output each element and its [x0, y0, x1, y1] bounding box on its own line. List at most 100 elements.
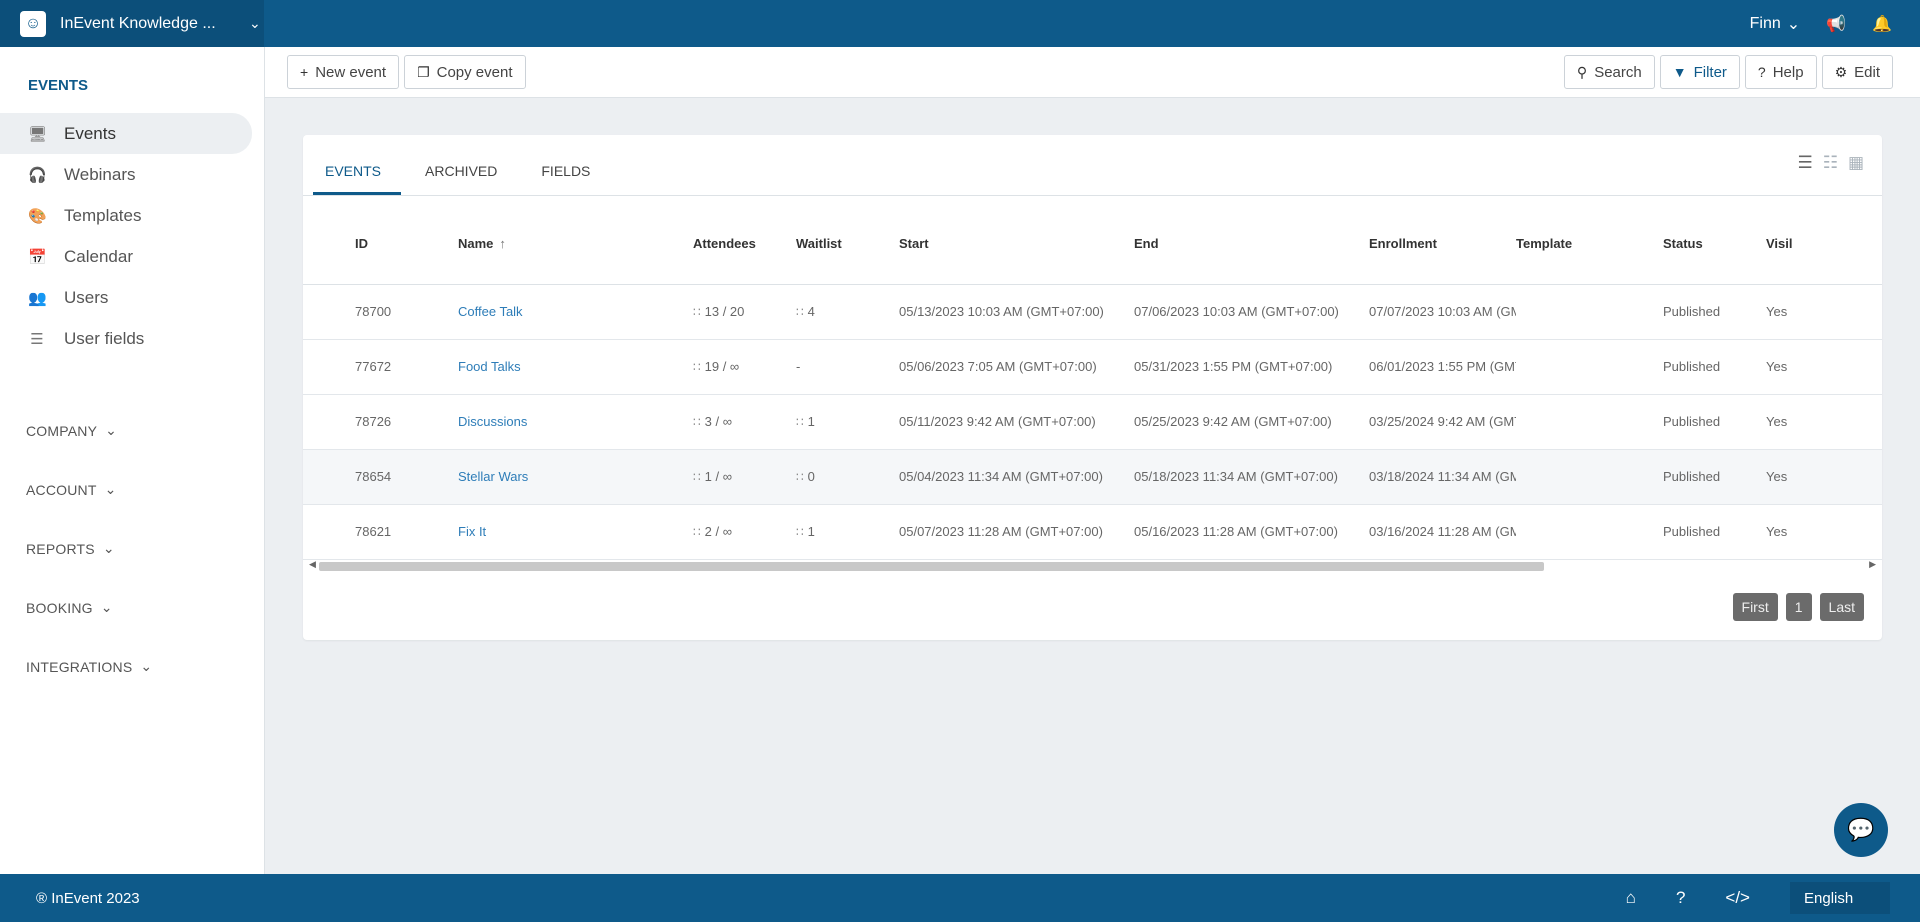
- chat-launcher-icon[interactable]: 💬: [1834, 803, 1888, 857]
- copy-event-button[interactable]: ❐ Copy event: [404, 55, 526, 89]
- cell-status-value: Published: [1663, 469, 1721, 484]
- page-1-button[interactable]: 1: [1785, 593, 1812, 621]
- bell-icon[interactable]: 🔔: [1872, 14, 1892, 34]
- sidebar-item-label: User fields: [64, 328, 145, 348]
- question-icon[interactable]: ?: [1676, 888, 1685, 908]
- scrollbar-thumb[interactable]: [319, 562, 1544, 571]
- filter-button[interactable]: ▼ Filter: [1659, 55, 1740, 89]
- footer: ® InEvent 2023 ⌂ ? </> English: [0, 874, 1920, 922]
- column-header-enrollment[interactable]: Enrollment: [1369, 196, 1516, 285]
- table-row[interactable]: 78700 Coffee Talk ∷ 13 / 20 ∷ 4 05/13/2023 10:…: [303, 284, 1882, 340]
- column-header-id[interactable]: ID: [355, 196, 458, 285]
- sidebar-item-label: Templates: [64, 205, 142, 225]
- row-spacer: [303, 504, 355, 560]
- button-label: Edit: [1854, 63, 1880, 81]
- cell-enrollment: 03/25/2024 9:42 AM (GMT+07:00): [1369, 394, 1516, 450]
- gear-icon: ⚙: [1834, 63, 1848, 80]
- copyright-text: ® InEvent 2023: [36, 889, 140, 907]
- sidebar-item-events[interactable]: 🖥 Events: [0, 113, 252, 154]
- cell-end-value: 05/25/2023 9:42 AM (GMT+07:00): [1134, 414, 1332, 429]
- cell-status: Published: [1663, 449, 1766, 505]
- pagination: First 1 Last: [1732, 593, 1864, 621]
- grid-view-icon[interactable]: ▦: [1848, 153, 1864, 173]
- table-row[interactable]: 78621 Fix It ∷ 2 / ∞ ∷ 1 05/07/2023 11:28 AM (…: [303, 504, 1882, 560]
- sidebar-group-account[interactable]: ACCOUNT ⌄: [0, 460, 264, 519]
- cell-waitlist-value: 1: [807, 524, 815, 539]
- sidebar-item-user-fields[interactable]: ☰ User fields: [0, 318, 252, 359]
- cell-visible-value: Yes: [1766, 304, 1788, 319]
- scroll-left-arrow[interactable]: ◀: [309, 559, 316, 570]
- sidebar-item-calendar[interactable]: 📅 Calendar: [0, 236, 252, 277]
- code-icon[interactable]: </>: [1725, 888, 1750, 908]
- table-header-row: ID Name ↑ Attendees Waitlist Start End En…: [303, 196, 1882, 285]
- scroll-right-arrow[interactable]: ▶: [1869, 559, 1876, 570]
- company-logo: ☺: [20, 10, 46, 37]
- column-label: Name: [458, 236, 494, 251]
- table-row[interactable]: 78726 Discussions ∷ 3 / ∞ ∷ 1 05/11/2023 9:42 …: [303, 394, 1882, 450]
- cell-name[interactable]: Coffee Talk: [458, 284, 693, 340]
- top-bar: ☺ InEvent Knowledge ... ⌄ Finn ⌄ 📢 🔔: [0, 0, 1920, 47]
- cell-id-value: 78621: [355, 524, 392, 539]
- home-icon[interactable]: ⌂: [1626, 888, 1636, 908]
- column-header-waitlist[interactable]: Waitlist: [796, 196, 899, 285]
- table-row[interactable]: 78654 Stellar Wars ∷ 1 / ∞ ∷ 0 05/04/2023 11:3…: [303, 449, 1882, 505]
- column-header-status[interactable]: Status: [1663, 196, 1766, 285]
- edit-button[interactable]: ⚙ Edit: [1821, 55, 1893, 89]
- headset-icon: 🎧: [28, 166, 47, 184]
- search-button[interactable]: ⚲ Search: [1563, 55, 1655, 89]
- cell-name[interactable]: Stellar Wars: [458, 449, 693, 505]
- table-row[interactable]: 77672 Food Talks ∷ 19 / ∞ -05/06/2023 7:05 A…: [303, 339, 1882, 395]
- list-view-icon[interactable]: ☰: [1797, 153, 1812, 173]
- cell-attendees: ∷ 13 / 20: [693, 284, 796, 340]
- detail-list-view-icon[interactable]: ☷: [1823, 153, 1838, 173]
- cell-template: [1516, 504, 1663, 560]
- cell-status: Published: [1663, 339, 1766, 395]
- sidebar-group-reports[interactable]: REPORTS ⌄: [0, 519, 264, 578]
- tab-events[interactable]: EVENTS: [313, 135, 402, 195]
- sidebar-group-booking[interactable]: BOOKING ⌄: [0, 578, 264, 637]
- sidebar-item-label: Users: [64, 287, 109, 307]
- last-page-button[interactable]: Last: [1819, 593, 1864, 621]
- users-icon: 👥: [28, 289, 47, 307]
- chevron-down-icon: ⌄: [100, 599, 113, 615]
- cell-waitlist: ∷ 1: [796, 394, 899, 450]
- button-label: Filter: [1693, 63, 1727, 81]
- help-button[interactable]: ? Help: [1744, 55, 1817, 89]
- sidebar-item-webinars[interactable]: 🎧 Webinars: [0, 154, 252, 195]
- cell-id-value: 78654: [355, 469, 392, 484]
- chevron-down-icon: ⌄: [105, 422, 118, 438]
- first-page-button[interactable]: First: [1732, 593, 1778, 621]
- language-selector[interactable]: English: [1790, 882, 1890, 914]
- cell-status: Published: [1663, 394, 1766, 450]
- row-spacer: [303, 284, 355, 340]
- megaphone-icon[interactable]: 📢: [1826, 14, 1846, 34]
- cell-status-value: Published: [1663, 524, 1721, 539]
- cell-name[interactable]: Food Talks: [458, 339, 693, 395]
- column-header-visible[interactable]: Visil: [1766, 196, 1882, 285]
- tab-archived[interactable]: ARCHIVED: [413, 135, 517, 195]
- sidebar-item-label: Webinars: [64, 164, 136, 184]
- cell-status-value: Published: [1663, 414, 1721, 429]
- user-menu[interactable]: Finn ⌄: [1750, 14, 1801, 34]
- horizontal-scrollbar[interactable]: ◀ ▶: [307, 559, 1878, 572]
- column-header-attendees[interactable]: Attendees: [693, 196, 796, 285]
- column-header-name[interactable]: Name ↑: [458, 196, 693, 285]
- sidebar-item-users[interactable]: 👥 Users: [0, 277, 252, 318]
- palette-icon: 🎨: [28, 207, 47, 225]
- cell-name[interactable]: Fix It: [458, 504, 693, 560]
- question-circle-icon: ?: [1757, 64, 1766, 80]
- column-header-start[interactable]: Start: [899, 196, 1134, 285]
- new-event-button[interactable]: + New event: [287, 55, 400, 89]
- cell-name[interactable]: Discussions: [458, 394, 693, 450]
- cell-attendees: ∷ 2 / ∞: [693, 504, 796, 560]
- sidebar-group-company[interactable]: COMPANY ⌄: [0, 401, 264, 460]
- sidebar-group-integrations[interactable]: INTEGRATIONS ⌄: [0, 637, 264, 696]
- company-switcher[interactable]: ☺ InEvent Knowledge ... ⌄: [0, 0, 264, 47]
- cell-enrollment-value: 07/07/2023 10:03 AM (GMT+07:00): [1369, 304, 1516, 319]
- cell-waitlist: -: [796, 339, 899, 395]
- column-header-end[interactable]: End: [1134, 196, 1369, 285]
- cell-start-value: 05/04/2023 11:34 AM (GMT+07:00): [899, 469, 1103, 484]
- tab-fields[interactable]: FIELDS: [529, 135, 610, 195]
- sidebar-item-templates[interactable]: 🎨 Templates: [0, 195, 252, 236]
- column-header-template[interactable]: Template: [1516, 196, 1663, 285]
